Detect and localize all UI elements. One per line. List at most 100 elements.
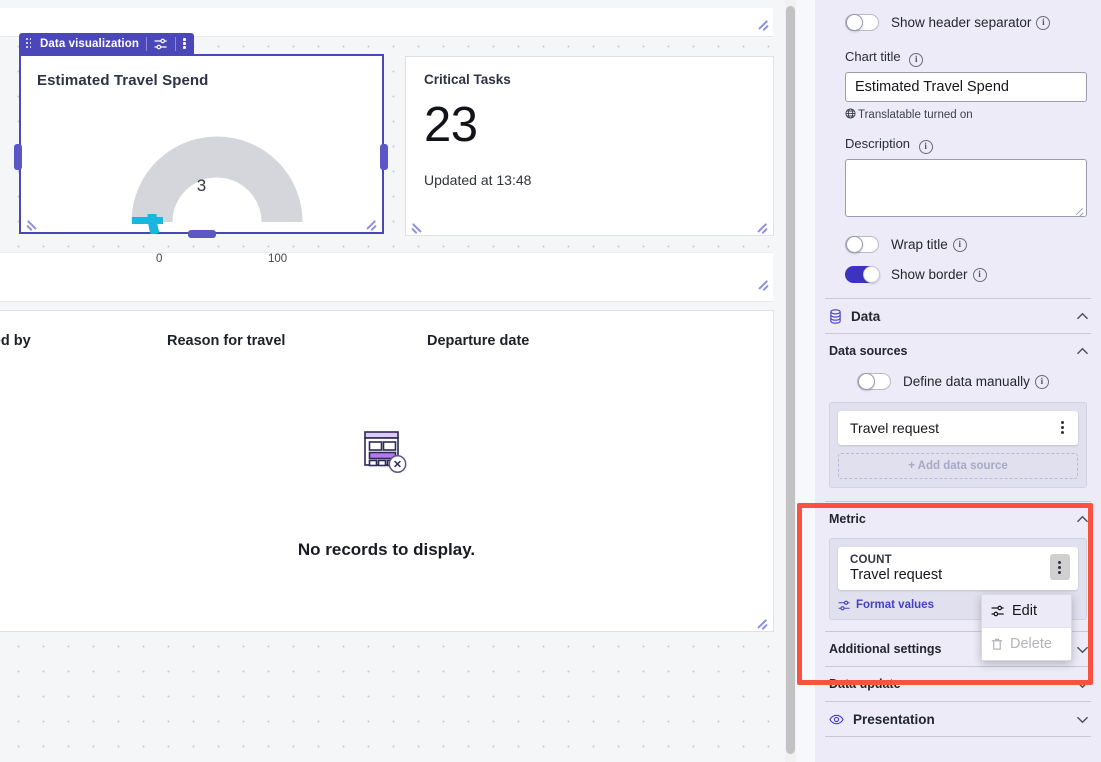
wrap-title-row[interactable]: Wrap title i — [815, 217, 1101, 253]
metric-card[interactable]: COUNT Travel request — [838, 547, 1078, 590]
translatable-note: Translatable turned on — [845, 108, 1101, 122]
kebab-menu-icon — [1058, 560, 1062, 574]
data-source-card[interactable]: Travel request — [838, 411, 1078, 445]
wrap-title-toggle[interactable] — [845, 236, 879, 253]
metric-aggregation: COUNT — [850, 554, 892, 566]
resize-handle-left[interactable] — [14, 144, 22, 170]
section-data[interactable]: Data — [815, 299, 1101, 333]
info-icon[interactable]: i — [909, 53, 924, 67]
toolbar-divider-1 — [145, 36, 147, 51]
kpi-widget-card[interactable]: Critical Tasks 23 Updated at 13:48 — [405, 56, 774, 236]
drag-dots-icon[interactable] — [26, 38, 33, 49]
table-widget-card[interactable]: pened by Reason for travel Departure dat… — [0, 310, 774, 632]
kpi-subtitle: Updated at 13:48 — [424, 172, 532, 188]
no-records-icon — [363, 431, 410, 474]
description-textarea[interactable] — [845, 159, 1087, 217]
add-data-source-button[interactable]: + Add data source — [838, 453, 1078, 479]
globe-icon — [845, 108, 856, 122]
section-presentation[interactable]: Presentation — [815, 702, 1101, 736]
empty-state-message: No records to display. — [297, 540, 476, 559]
chevron-down-icon[interactable] — [1076, 643, 1089, 656]
textarea-resize-grip[interactable] — [1075, 206, 1084, 215]
section-data-update[interactable]: Data update — [815, 667, 1101, 701]
eye-icon — [829, 714, 844, 725]
chevron-down-icon[interactable] — [1076, 713, 1089, 726]
format-values-label: Format values — [856, 599, 934, 611]
table-card-resize-grip[interactable] — [753, 613, 769, 629]
sliders-icon[interactable] — [154, 38, 168, 50]
kpi-card-resize-grip-left[interactable] — [410, 217, 426, 233]
context-menu-delete-label: Delete — [1010, 636, 1052, 652]
show-border-toggle[interactable] — [845, 266, 880, 283]
section-data-sources[interactable]: Data sources — [815, 334, 1101, 368]
description-label: Description i — [845, 136, 1101, 154]
section-metric[interactable]: Metric — [815, 502, 1101, 536]
sliders-icon — [838, 600, 851, 611]
chart-title-input[interactable]: Estimated Travel Spend — [845, 72, 1087, 102]
kpi-card-title: Critical Tasks — [424, 72, 511, 87]
app-root: Data visualization Estimated Travel Spen… — [0, 0, 1101, 762]
kpi-value: 23 — [424, 98, 478, 152]
table-column-header[interactable]: Reason for travel — [167, 333, 427, 349]
panel-scrollbar-thumb[interactable] — [786, 6, 795, 754]
section-metric-label: Metric — [829, 512, 866, 526]
kpi-card-resize-grip-right[interactable] — [753, 217, 769, 233]
chart-widget-card[interactable]: Estimated Travel Spend 3 0 100 — [19, 54, 384, 265]
divider — [825, 736, 1091, 737]
context-menu-item-edit[interactable]: Edit — [982, 595, 1071, 627]
info-icon[interactable]: i — [1036, 15, 1051, 30]
metric-kebab-menu-button[interactable] — [1050, 554, 1070, 580]
table-column-header[interactable]: Departure date — [427, 333, 687, 349]
metric-name: Travel request — [850, 567, 943, 583]
show-border-label: Show border — [891, 267, 968, 282]
trash-icon — [991, 638, 1003, 651]
dashboard-canvas[interactable]: Data visualization Estimated Travel Spen… — [0, 0, 785, 762]
database-icon — [829, 308, 842, 324]
gauge-svg — [131, 136, 303, 236]
translatable-note-text: Translatable turned on — [858, 109, 973, 121]
kebab-menu-icon[interactable] — [1061, 421, 1065, 435]
resize-handle-right[interactable] — [380, 144, 388, 170]
info-icon[interactable]: i — [1034, 374, 1049, 389]
gauge-min-label: 0 — [156, 253, 163, 265]
chart-title-label: Chart title i — [845, 49, 1101, 67]
metric-context-menu[interactable]: Edit Delete — [981, 594, 1072, 661]
chart-card-title: Estimated Travel Spend — [37, 72, 209, 89]
widget-toolbar-label: Data visualization — [40, 37, 139, 50]
chart-title-field: Chart title i Estimated Travel Spend Tra… — [815, 31, 1101, 122]
gauge-max-label: 100 — [268, 253, 288, 265]
chevron-up-icon[interactable] — [1076, 513, 1089, 526]
section-data-update-label: Data update — [829, 677, 901, 691]
table-column-header[interactable]: pened by — [0, 333, 167, 349]
define-data-manually-label: Define data manually — [903, 374, 1030, 389]
section-data-label: Data — [851, 308, 881, 324]
sliders-icon — [991, 605, 1005, 617]
chevron-up-icon[interactable] — [1076, 310, 1089, 323]
chevron-up-icon[interactable] — [1076, 345, 1089, 358]
info-icon[interactable]: i — [972, 267, 987, 282]
define-data-manually-toggle[interactable] — [857, 373, 891, 390]
context-menu-edit-label: Edit — [1012, 603, 1037, 619]
define-data-manually-row[interactable]: Define data manually i — [815, 368, 1101, 390]
section-presentation-label: Presentation — [853, 711, 935, 727]
section-data-sources-label: Data sources — [829, 344, 908, 358]
show-header-separator-toggle[interactable] — [845, 14, 879, 31]
data-sources-box: Travel request + Add data source — [829, 402, 1087, 488]
widget-toolbar[interactable]: Data visualization — [19, 33, 194, 54]
panel-gutter — [796, 0, 816, 762]
wrap-title-label: Wrap title — [891, 237, 948, 252]
show-header-separator-row[interactable]: Show header separator i — [815, 0, 1101, 31]
table-header-row: pened by Reason for travel Departure dat… — [0, 311, 773, 349]
show-border-row[interactable]: Show border i — [815, 253, 1101, 283]
chevron-down-icon[interactable] — [1076, 678, 1089, 691]
data-source-name: Travel request — [850, 420, 939, 436]
canvas-mid-band — [0, 252, 773, 302]
kebab-menu-icon[interactable] — [182, 37, 187, 50]
description-field: Description i — [815, 122, 1101, 217]
gauge-chart: 3 — [21, 104, 382, 236]
info-icon[interactable]: i — [918, 140, 933, 154]
info-icon[interactable]: i — [952, 237, 967, 252]
resize-handle-bottom[interactable] — [188, 230, 216, 238]
context-menu-item-delete: Delete — [982, 627, 1071, 660]
show-header-separator-label: Show header separator — [891, 15, 1032, 30]
